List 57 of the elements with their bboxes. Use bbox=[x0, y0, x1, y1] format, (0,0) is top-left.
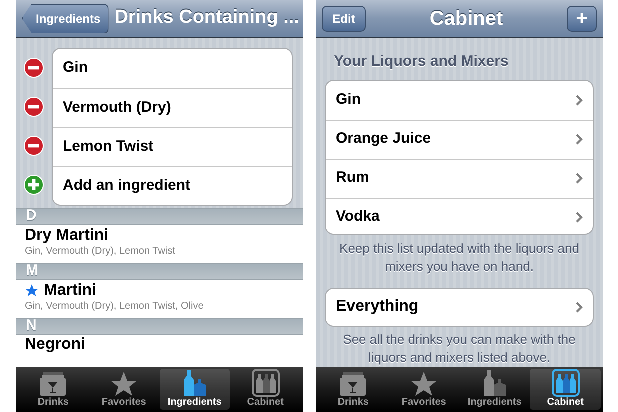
list-row[interactable]: Rum bbox=[326, 158, 593, 198]
list-row[interactable]: Vodka bbox=[326, 198, 593, 234]
drink-ingredients: Gin, Vermouth (Dry), Lemon Twist bbox=[25, 245, 176, 259]
star-icon bbox=[410, 371, 438, 397]
drink-row[interactable]: Dry Martini Gin, Vermouth (Dry), Lemon Twist bbox=[16, 225, 303, 263]
tab[interactable]: Cabinet bbox=[230, 369, 301, 410]
chevron-icon bbox=[576, 302, 583, 313]
ingredient-label[interactable]: Add an ingredient bbox=[63, 174, 190, 198]
star-icon bbox=[25, 284, 39, 297]
drawer-icon bbox=[339, 371, 368, 397]
chevron-icon bbox=[576, 94, 583, 106]
tab[interactable]: Ingredients bbox=[460, 369, 530, 410]
row-label: Vodka bbox=[336, 207, 380, 228]
list-row[interactable]: Gin bbox=[326, 80, 593, 120]
add-icon[interactable] bbox=[24, 174, 44, 194]
cabinet-icon bbox=[552, 369, 580, 397]
row-label: Everything bbox=[336, 297, 419, 318]
tab[interactable]: Drinks bbox=[318, 369, 389, 410]
drawer-icon bbox=[39, 371, 68, 397]
row-label: Orange Juice bbox=[336, 129, 432, 150]
drink-name: Dry Martini bbox=[25, 226, 109, 245]
drink-name: Martini bbox=[44, 281, 96, 300]
section-letter: M bbox=[26, 261, 38, 282]
chevron-icon bbox=[576, 134, 583, 145]
list-row[interactable]: Everything bbox=[325, 288, 594, 327]
edit-button[interactable]: Edit bbox=[322, 6, 366, 32]
remove-icon[interactable] bbox=[24, 96, 44, 116]
remove-icon[interactable] bbox=[24, 136, 44, 156]
tab[interactable]: Favorites bbox=[88, 369, 160, 410]
list-row[interactable]: Orange Juice bbox=[326, 120, 593, 158]
tab[interactable]: Drinks bbox=[18, 369, 89, 410]
star-icon bbox=[110, 371, 138, 397]
add-button[interactable]: + bbox=[567, 6, 597, 32]
section-letter: N bbox=[26, 316, 37, 336]
screen-title: Drinks Containing ... bbox=[114, 6, 300, 30]
row-label: Rum bbox=[336, 168, 370, 188]
tab[interactable]: Cabinet bbox=[530, 369, 601, 410]
drink-row[interactable]: Martini Gin, Vermouth (Dry), Lemon Twist, Olive bbox=[16, 280, 303, 318]
ingredient-label: Lemon Twist bbox=[63, 136, 154, 157]
tab[interactable]: Favorites bbox=[388, 369, 460, 410]
cabinet-icon bbox=[252, 369, 280, 397]
row-label: Gin bbox=[336, 90, 361, 110]
section-letter: D bbox=[26, 208, 37, 226]
ingredient-label: Vermouth (Dry) bbox=[63, 98, 172, 118]
chevron-icon bbox=[576, 173, 583, 184]
ingredient-label: Gin bbox=[63, 58, 88, 78]
group-header: Your Liquors and Mixers bbox=[333, 52, 510, 72]
drink-row[interactable]: Negroni bbox=[16, 335, 303, 355]
drink-ingredients: Gin, Vermouth (Dry), Lemon Twist, Olive bbox=[25, 300, 205, 314]
tab[interactable]: Ingredients bbox=[160, 369, 230, 410]
chevron-icon bbox=[576, 212, 583, 223]
back-button[interactable]: Ingredients bbox=[22, 4, 109, 34]
list-footer: See all the drinks you can make with the liquors and mixers listed above. bbox=[325, 331, 594, 367]
list-footer: Keep this list updated with the liquors and mixers you have on hand. bbox=[325, 240, 594, 276]
remove-icon[interactable] bbox=[24, 58, 44, 78]
drink-name: Negroni bbox=[25, 335, 86, 354]
screen-title: Cabinet bbox=[430, 6, 504, 32]
